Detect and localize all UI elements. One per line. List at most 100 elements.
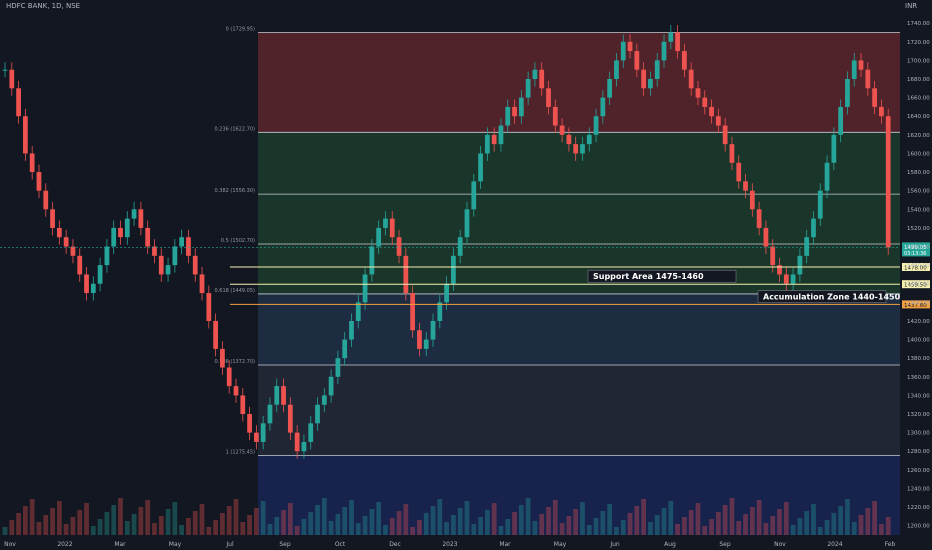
candle-body — [274, 386, 280, 405]
volume-bar — [525, 498, 531, 535]
candle-body — [240, 395, 246, 415]
y-tick-label: 1200.00 — [907, 524, 930, 530]
volume-bar — [417, 520, 422, 535]
candle-body — [111, 227, 117, 247]
volume-bar — [736, 521, 742, 535]
candle-body — [756, 209, 762, 228]
candle-body — [654, 60, 660, 80]
volume-bar — [179, 525, 185, 535]
candle-body — [518, 97, 524, 117]
x-tick-label: May — [169, 541, 182, 548]
volume-bar — [29, 499, 35, 535]
volume-bar — [546, 507, 551, 535]
x-tick-label: Sep — [279, 541, 291, 548]
y-tick-label: 1620.00 — [907, 133, 930, 139]
volume-bar — [389, 518, 395, 535]
volume-bar — [77, 510, 83, 535]
candle-body — [226, 367, 232, 387]
candle-body — [729, 144, 735, 163]
candle-body — [586, 134, 592, 145]
volume-bar — [383, 525, 388, 535]
volume-bar — [552, 500, 558, 535]
candle-body — [165, 265, 171, 275]
candle-body — [668, 32, 674, 42]
candle-body — [444, 283, 449, 303]
x-tick-label: 2024 — [827, 541, 842, 548]
y-tick-label: 1400.00 — [907, 338, 930, 344]
volume-bar — [233, 499, 239, 535]
fib-label: 0.236 (1622.70) — [215, 126, 256, 132]
volume-bar — [715, 512, 721, 535]
candle-body — [172, 246, 178, 266]
candle-body — [247, 414, 252, 433]
y-tick-label: 1560.00 — [907, 189, 930, 195]
volume-bar — [885, 517, 891, 535]
candle-body — [811, 218, 816, 238]
candle-body — [437, 302, 443, 321]
candle-body — [804, 237, 810, 256]
volume-bar — [688, 510, 694, 535]
volume-bar — [138, 507, 144, 535]
candle-body — [63, 237, 69, 247]
volume-bar — [124, 521, 130, 535]
volume-bar — [131, 514, 137, 535]
candle-body — [797, 255, 803, 275]
volume-bar — [559, 523, 565, 535]
volume-bar — [654, 515, 660, 535]
candle-body — [43, 190, 49, 210]
candle-body — [722, 125, 728, 145]
candle-body — [260, 423, 266, 442]
fib-zone — [258, 132, 900, 195]
volume-bar — [281, 510, 286, 535]
volume-bar — [335, 514, 341, 535]
candle-body — [824, 162, 830, 191]
candle-body — [661, 41, 667, 61]
candle-body — [77, 255, 83, 275]
volume-bar — [63, 524, 69, 535]
volume-bar — [824, 520, 830, 535]
volume-bar — [36, 522, 42, 535]
x-tick-label: Nov — [4, 541, 16, 548]
volume-bar — [437, 499, 443, 535]
candle-body — [634, 51, 640, 70]
candle-body — [410, 293, 416, 331]
volume-bar — [410, 527, 416, 535]
candle-body — [607, 79, 613, 98]
candle-body — [199, 274, 205, 294]
volume-bar — [84, 503, 89, 535]
volume-bar — [756, 500, 762, 535]
candle-body — [220, 348, 225, 368]
volume-bar — [192, 511, 198, 535]
volume-bar — [743, 514, 748, 535]
volume-bar — [783, 502, 789, 535]
volume-bar — [580, 502, 585, 535]
candle-body — [152, 246, 157, 256]
annotation-text: Accumulation Zone 1440-1450 — [763, 293, 901, 302]
fib-label: 0 (1729.95) — [226, 27, 255, 33]
candle-body — [396, 237, 402, 256]
candle-body — [267, 404, 273, 424]
y-tick-label: 1220.00 — [907, 505, 930, 511]
volume-bar — [16, 513, 21, 535]
candle-body — [817, 190, 823, 219]
volume-bar — [104, 512, 110, 535]
candle-body — [369, 246, 375, 275]
price-chart[interactable]: 0 (1729.95) 0.236 (1622.70) 0.382 (1556.30… — [0, 0, 932, 550]
volume-bar — [804, 511, 810, 535]
volume-bar — [634, 506, 640, 535]
volume-bar — [165, 509, 171, 535]
candle-body — [566, 134, 572, 145]
volume-bar — [668, 501, 674, 535]
candle-body — [389, 218, 395, 238]
candle-body — [471, 181, 477, 210]
candle-body — [301, 441, 307, 452]
volume-bar — [518, 505, 524, 535]
volume-bar — [213, 520, 218, 535]
candle-body — [709, 106, 714, 117]
candle-body — [36, 172, 42, 191]
x-tick-label: 2022 — [57, 541, 72, 548]
y-tick-label: 1480.00 — [907, 263, 930, 269]
candle-body — [349, 320, 354, 340]
candle-body — [858, 60, 864, 70]
candle-body — [131, 209, 137, 219]
